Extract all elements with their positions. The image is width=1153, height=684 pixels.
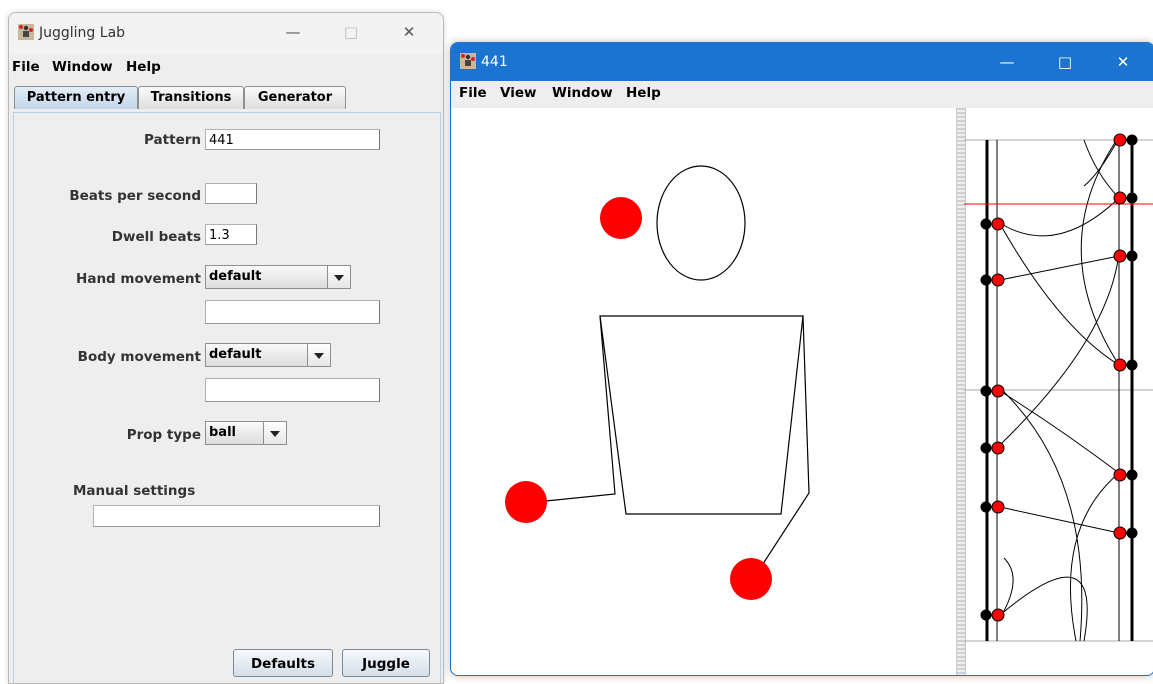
title-bar[interactable]: Juggling Lab — □ ✕ bbox=[9, 13, 443, 55]
dwell-label: Dwell beats bbox=[111, 229, 201, 245]
menu-bar: File Window Help bbox=[9, 59, 443, 81]
juggle-button[interactable]: Juggle bbox=[342, 649, 430, 677]
close-icon[interactable]: ✕ bbox=[389, 17, 429, 47]
pattern-input[interactable]: 441 bbox=[205, 129, 380, 150]
defaults-button[interactable]: Defaults bbox=[233, 649, 333, 677]
ball bbox=[505, 481, 547, 523]
juggler-head bbox=[656, 165, 746, 281]
ladder-diagram[interactable] bbox=[964, 108, 1153, 675]
menu-file[interactable]: File bbox=[12, 59, 40, 75]
prop-type-select[interactable]: ball bbox=[205, 421, 287, 445]
close-icon[interactable]: ✕ bbox=[1103, 47, 1143, 77]
maximize-icon[interactable]: □ bbox=[1045, 47, 1085, 77]
body-movement-label: Body movement bbox=[77, 349, 201, 365]
bps-label: Beats per second bbox=[69, 188, 201, 204]
menu-help[interactable]: Help bbox=[626, 85, 661, 101]
window-title: 441 bbox=[481, 54, 508, 70]
dwell-input[interactable]: 1.3 bbox=[205, 224, 257, 245]
ball bbox=[600, 197, 642, 239]
hand-movement-value: default bbox=[209, 269, 262, 284]
body-movement-value: default bbox=[209, 347, 262, 362]
menu-window[interactable]: Window bbox=[552, 85, 613, 101]
tab-transitions[interactable]: Transitions bbox=[138, 86, 244, 109]
prop-type-value: ball bbox=[209, 425, 236, 440]
manual-settings-label: Manual settings bbox=[73, 483, 196, 499]
juggler-icon bbox=[18, 24, 34, 40]
hand-movement-custom-input[interactable] bbox=[205, 300, 380, 324]
menu-view[interactable]: View bbox=[500, 85, 536, 101]
chevron-down-icon[interactable] bbox=[307, 344, 330, 366]
menu-help[interactable]: Help bbox=[126, 59, 161, 75]
juggling-lab-window: Juggling Lab — □ ✕ File Window Help Patt… bbox=[8, 12, 444, 684]
tab-generator[interactable]: Generator bbox=[244, 86, 346, 109]
juggler-animation-view[interactable] bbox=[451, 108, 956, 675]
menu-file[interactable]: File bbox=[459, 85, 487, 101]
bps-input[interactable] bbox=[205, 183, 257, 204]
juggler-right-arm bbox=[758, 315, 810, 571]
body-movement-select[interactable]: default bbox=[205, 343, 331, 367]
title-bar[interactable]: 441 — □ ✕ bbox=[451, 43, 1153, 81]
ball bbox=[730, 558, 772, 600]
prop-type-label: Prop type bbox=[126, 427, 201, 443]
juggler-torso bbox=[599, 315, 804, 515]
body-movement-custom-input[interactable] bbox=[205, 378, 380, 402]
pattern-label: Pattern bbox=[144, 132, 201, 148]
minimize-icon[interactable]: — bbox=[273, 17, 313, 47]
menu-window[interactable]: Window bbox=[52, 59, 113, 75]
manual-settings-input[interactable] bbox=[93, 505, 380, 527]
menu-bar: File View Window Help bbox=[451, 81, 1153, 108]
juggler-icon bbox=[460, 53, 476, 69]
tab-pattern-entry[interactable]: Pattern entry bbox=[14, 86, 138, 109]
maximize-icon[interactable]: □ bbox=[331, 17, 371, 47]
window-title: Juggling Lab bbox=[39, 25, 126, 41]
ladder-events bbox=[980, 133, 1138, 622]
chevron-down-icon[interactable] bbox=[327, 266, 350, 288]
minimize-icon[interactable]: — bbox=[987, 47, 1027, 77]
animation-window: 441 — □ ✕ File View Window Help bbox=[450, 42, 1153, 676]
chevron-down-icon[interactable] bbox=[263, 422, 286, 444]
hand-movement-label: Hand movement bbox=[76, 271, 201, 287]
hand-movement-select[interactable]: default bbox=[205, 265, 351, 289]
